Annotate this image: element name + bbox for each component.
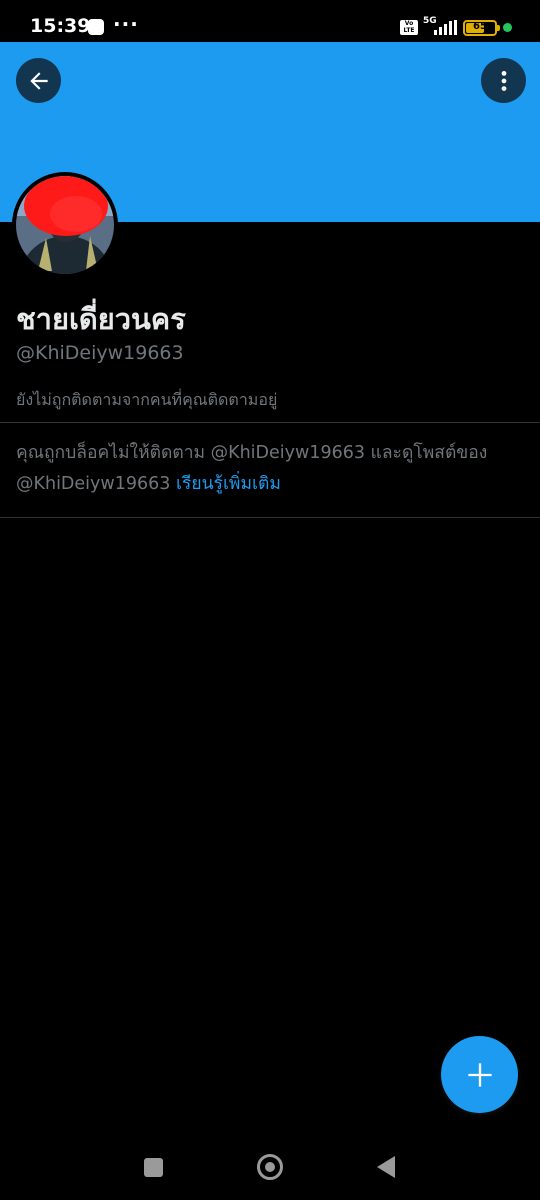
more-options-button[interactable] bbox=[481, 58, 526, 103]
home-button[interactable] bbox=[257, 1154, 283, 1180]
back-button[interactable] bbox=[16, 58, 61, 103]
privacy-indicator-dot bbox=[503, 23, 512, 32]
circle-icon bbox=[265, 1162, 275, 1172]
blocked-notice: คุณถูกบล็อคไม่ให้ติดตาม @KhiDeiyw19663 แ… bbox=[16, 438, 524, 500]
nav-back-button[interactable] bbox=[376, 1155, 396, 1179]
recents-button[interactable] bbox=[144, 1158, 163, 1177]
signal-icon bbox=[434, 20, 457, 35]
notification-app-icon bbox=[88, 19, 104, 35]
status-bar: 15:39 ··· Vo LTE 5G 65 bbox=[0, 0, 540, 42]
divider bbox=[0, 422, 540, 423]
learn-more-link[interactable]: เรียนรู้เพิ่มเติม bbox=[176, 474, 281, 494]
battery-tip bbox=[497, 25, 500, 31]
avatar[interactable] bbox=[12, 172, 118, 278]
plus-icon bbox=[467, 1062, 492, 1087]
volte-icon: Vo LTE bbox=[400, 20, 418, 35]
battery-icon: 65 bbox=[463, 20, 497, 36]
avatar-image bbox=[16, 176, 114, 274]
compose-button[interactable] bbox=[441, 1036, 518, 1113]
followed-by-text: ยังไม่ถูกติดตามจากคนที่คุณติดตามอยู่ bbox=[16, 390, 278, 409]
battery-level: 65 bbox=[473, 21, 487, 32]
vertical-dots-icon bbox=[501, 70, 506, 91]
display-name: ชายเดี่ยวนคร bbox=[16, 302, 186, 336]
arrow-left-icon bbox=[29, 71, 48, 90]
more-notifications-icon: ··· bbox=[113, 12, 139, 36]
divider bbox=[0, 517, 540, 518]
user-handle: @KhiDeiyw19663 bbox=[16, 342, 184, 364]
status-time: 15:39 bbox=[30, 15, 91, 37]
